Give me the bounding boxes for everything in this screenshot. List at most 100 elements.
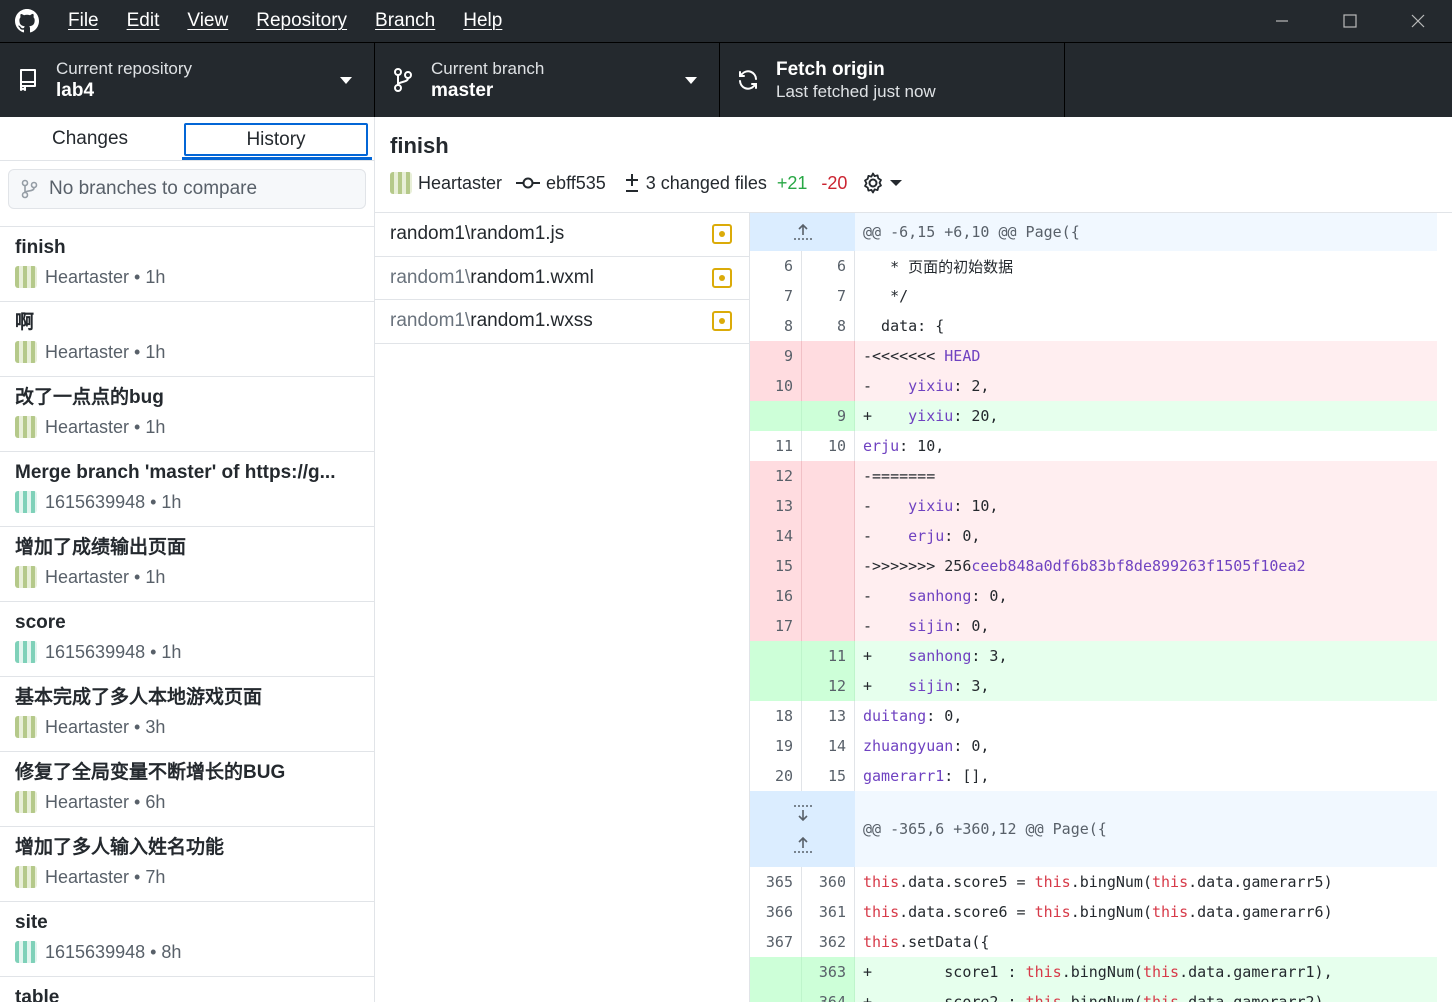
commit-time: 1h	[145, 566, 166, 587]
menu-branch[interactable]: Branch	[375, 10, 435, 32]
commit-time: 6h	[145, 791, 166, 812]
repo-icon	[0, 68, 56, 92]
close-button[interactable]	[1384, 0, 1452, 42]
expand-down-icon	[793, 805, 812, 822]
diff-line-del[interactable]: 14 - erju: 0,	[750, 521, 1437, 551]
minimize-button[interactable]	[1248, 0, 1316, 42]
separator-dot: •	[129, 266, 146, 287]
commit-sha[interactable]: ebff535	[546, 173, 606, 194]
diff-line-add[interactable]: 9 + yixiu: 20,	[750, 401, 1437, 431]
diff-line-del[interactable]: 17 - sijin: 0,	[750, 611, 1437, 641]
commit-list-item[interactable]: table	[0, 977, 374, 1002]
diff-line-del[interactable]: 9 -<<<<<<< HEAD	[750, 341, 1437, 371]
tab-changes[interactable]: Changes	[0, 117, 180, 160]
diff-settings-button[interactable]	[861, 171, 903, 195]
new-line-number	[802, 341, 855, 371]
diff-line-ctx[interactable]: 77 */	[750, 281, 1437, 311]
diff-line-ctx[interactable]: 11 10 erju: 10,	[750, 431, 1437, 461]
new-line-number	[802, 551, 855, 581]
commit-list-item[interactable]: finish Heartaster • 1h	[0, 227, 374, 302]
old-line-number: 17	[750, 611, 802, 641]
diff-line-add[interactable]: 12 + sijin: 3,	[750, 671, 1437, 701]
old-line-number: 14	[750, 521, 802, 551]
code-text: - yixiu: 10,	[863, 497, 999, 515]
new-line-number: 7	[802, 281, 855, 311]
expand-up-icon	[793, 836, 812, 853]
diff-line-ctx[interactable]: 88 data: {	[750, 311, 1437, 341]
code-text: + yixiu: 20,	[863, 407, 999, 425]
commit-list-item[interactable]: 基本完成了多人本地游戏页面 Heartaster • 3h	[0, 677, 374, 752]
diff-line-del[interactable]: 10 - yixiu: 2,	[750, 371, 1437, 401]
commit-list-item[interactable]: 增加了成绩输出页面 Heartaster • 1h	[0, 527, 374, 602]
commit-list-item[interactable]: 增加了多人输入姓名功能 Heartaster • 7h	[0, 827, 374, 902]
tab-history[interactable]: History	[182, 123, 372, 160]
expand-button[interactable]	[750, 791, 855, 867]
diff-line-ctx[interactable]: 66 * 页面的初始数据	[750, 251, 1437, 281]
diff-line-del[interactable]: 16 - sanhong: 0,	[750, 581, 1437, 611]
commit-list-item[interactable]: 修复了全局变量不断增长的BUG Heartaster • 6h	[0, 752, 374, 827]
commit-time: 1h	[145, 266, 166, 287]
commit-author: Heartaster	[45, 341, 130, 362]
minimize-icon	[1276, 20, 1288, 22]
maximize-button[interactable]	[1316, 0, 1384, 42]
old-line-number	[750, 401, 802, 431]
diff-line-ctx[interactable]: 19 14 zhuangyuan: 0,	[750, 731, 1437, 761]
commit-time: 1h	[145, 341, 166, 362]
old-line-number: 12	[750, 461, 802, 491]
diff-line-add[interactable]: 11 + sanhong: 3,	[750, 641, 1437, 671]
commit-list-item[interactable]: site 1615639948 • 8h	[0, 902, 374, 977]
diff-line-add[interactable]: 364 + score2 : this .bingNum(this .data.gam…	[750, 987, 1437, 1002]
diff-line-ctx[interactable]: 18 13 duitang: 0,	[750, 701, 1437, 731]
separator-dot: •	[145, 491, 162, 512]
branch-name: master	[431, 80, 494, 101]
menu-help[interactable]: Help	[463, 10, 502, 32]
diff-line-del[interactable]: 15 ->>>>>>> 256 ceeb848a0df6b83bf8de899263…	[750, 551, 1437, 581]
file-item[interactable]: random1\ random1.wxml	[375, 257, 749, 300]
diff-line-add[interactable]: 363 + score1 : this .bingNum(this .data.gam…	[750, 957, 1437, 987]
hunk-text: @@ -6,15 +6,10 @@ Page({	[863, 223, 1080, 241]
changed-files-count: 3 changed files	[645, 172, 767, 193]
diff-line-del[interactable]: 13 - yixiu: 10,	[750, 491, 1437, 521]
commit-meta: Heartaster • 1h	[15, 266, 359, 288]
scrollbar[interactable]	[1437, 213, 1452, 1002]
old-line-number: 20	[750, 761, 802, 791]
commit-list-item[interactable]: 改了一点点的bug Heartaster • 1h	[0, 377, 374, 452]
menu-edit[interactable]: Edit	[127, 10, 160, 32]
commit-list-item[interactable]: score 1615639948 • 1h	[0, 602, 374, 677]
commit-list-item[interactable]: 啊 Heartaster • 1h	[0, 302, 374, 377]
new-line-number: 12	[802, 671, 855, 701]
menu-repository[interactable]: Repository	[256, 10, 347, 32]
code-text: zhuangyuan: 0,	[863, 737, 990, 755]
expand-up-button[interactable]	[750, 213, 855, 251]
menu-view[interactable]: View	[187, 10, 228, 32]
code-text: - erju: 0,	[863, 527, 981, 545]
file-item[interactable]: random1\ random1.js	[375, 213, 749, 257]
branch-compare-input[interactable]: No branches to compare	[8, 169, 366, 209]
code-text: erju: 10,	[863, 437, 945, 455]
code-text: + sanhong: 3,	[863, 647, 1008, 665]
diff-line-ctx[interactable]: 367 362 this .setData({	[750, 927, 1437, 957]
commit-list-item[interactable]: Merge branch 'master' of https://g... 161…	[0, 452, 374, 527]
code-text: this .data.score5 = this .bingNum(this .dat…	[863, 873, 1333, 891]
commit-author: 1615639948	[45, 491, 146, 512]
commit-meta: 1615639948 • 1h	[15, 641, 359, 663]
diff-line-ctx[interactable]: 365 360 this .data.score5 = this .bingNum(t…	[750, 867, 1437, 897]
new-line-number	[802, 371, 855, 401]
file-item[interactable]: random1\ random1.wxss	[375, 300, 749, 344]
diff-line-ctx[interactable]: 20 15 gamerarr1: [],	[750, 761, 1437, 791]
current-branch-button[interactable]: Current branch master	[375, 43, 720, 117]
commit-time: 1h	[161, 641, 182, 662]
chevron-down-icon	[890, 180, 903, 186]
diff-line-del[interactable]: 12 -=======	[750, 461, 1437, 491]
current-repository-button[interactable]: Current repository lab4	[0, 43, 375, 117]
new-line-number: 11	[802, 641, 855, 671]
file-name: random1.wxml	[470, 266, 594, 288]
fetch-origin-button[interactable]: Fetch origin Last fetched just now	[720, 43, 1065, 117]
diff-line-ctx[interactable]: 366 361 this .data.score6 = this .bingNum(t…	[750, 897, 1437, 927]
commit-title: 修复了全局变量不断增长的BUG	[15, 762, 286, 783]
hunk-header: @@ -365,6 +360,12 @@ Page({	[750, 791, 1437, 867]
commit-author: Heartaster	[45, 266, 130, 287]
menu-file[interactable]: File	[68, 10, 99, 32]
new-line-number: 360	[802, 867, 855, 897]
avatar	[15, 641, 37, 663]
